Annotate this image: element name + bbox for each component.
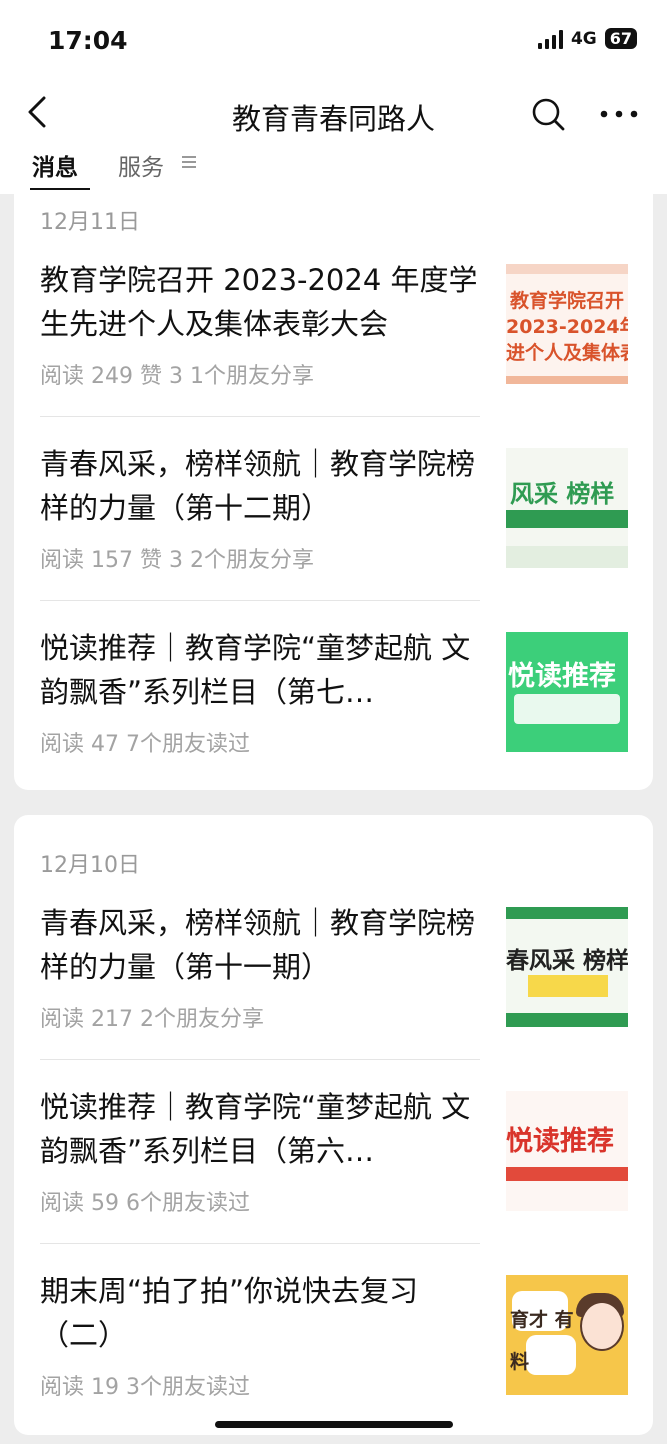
article-item[interactable]: 教育学院召开 2023-2024 年度学生先进个人及集体表彰大会 阅读 249 …: [14, 252, 653, 404]
article-thumbnail: 风采 榜样: [506, 448, 628, 568]
article-item[interactable]: 悦读推荐｜教育学院“童梦起航 文韵飘香”系列栏目（第七… 阅读 47 7个朋友读…: [14, 620, 653, 772]
thumbnail-decoration: [506, 907, 628, 919]
thumbnail-text: 悦读推荐: [506, 1126, 614, 1157]
thumbnail-decoration: [514, 694, 620, 724]
thumbnail-decoration: [506, 264, 628, 274]
thumbnail-decoration: [506, 510, 628, 528]
article-item[interactable]: 青春风采，榜样领航｜教育学院榜样的力量（第十一期） 阅读 217 2个朋友分享 …: [14, 895, 653, 1047]
message-group-card: 12月10日 青春风采，榜样领航｜教育学院榜样的力量（第十一期） 阅读 217 …: [14, 815, 653, 1435]
group-date: 12月10日: [40, 853, 140, 878]
tab-messages[interactable]: 消息: [32, 148, 78, 182]
article-thumbnail: 春风采 榜样: [506, 907, 628, 1027]
divider: [40, 416, 480, 417]
thumbnail-decoration: [506, 1013, 628, 1027]
article-title: 悦读推荐｜教育学院“童梦起航 文韵飘香”系列栏目（第七…: [40, 631, 471, 709]
article-title: 悦读推荐｜教育学院“童梦起航 文韵飘香”系列栏目（第六…: [40, 1090, 471, 1168]
article-item[interactable]: 期末周“拍了拍”你说快去复习（二） 阅读 19 3个朋友读过 育才 有料: [14, 1263, 653, 1415]
article-thumbnail: 育才 有料: [506, 1275, 628, 1395]
status-bar: 17:04 4G 67: [0, 0, 667, 80]
article-meta: 阅读 47 7个朋友读过: [40, 732, 250, 757]
article-item[interactable]: 青春风采，榜样领航｜教育学院榜样的力量（第十二期） 阅读 157 赞 3 2个朋…: [14, 436, 653, 588]
article-thumbnail: 悦读推荐: [506, 632, 628, 752]
home-indicator: [215, 1421, 453, 1428]
thumbnail-decoration: [528, 975, 608, 997]
article-meta: 阅读 19 3个朋友读过: [40, 1375, 250, 1400]
status-time: 17:04: [48, 26, 128, 55]
thumbnail-text: 进个人及集体表: [506, 342, 628, 364]
article-title: 期末周“拍了拍”你说快去复习（二）: [40, 1274, 419, 1352]
group-date: 12月11日: [40, 210, 140, 235]
more-button[interactable]: [594, 92, 644, 136]
article-meta: 阅读 157 赞 3 2个朋友分享: [40, 548, 314, 573]
article-item[interactable]: 悦读推荐｜教育学院“童梦起航 文韵飘香”系列栏目（第六… 阅读 59 6个朋友读…: [14, 1079, 653, 1231]
article-title: 教育学院召开 2023-2024 年度学生先进个人及集体表彰大会: [40, 263, 478, 341]
divider: [40, 1059, 480, 1060]
status-indicators: 4G 67: [537, 28, 637, 49]
article-title: 青春风采，榜样领航｜教育学院榜样的力量（第十一期）: [40, 906, 476, 984]
divider: [40, 1243, 480, 1244]
tab-bar: 消息 服务: [0, 148, 667, 194]
article-meta: 阅读 249 赞 3 1个朋友分享: [40, 364, 314, 389]
article-meta: 阅读 59 6个朋友读过: [40, 1191, 250, 1216]
search-icon: [532, 98, 565, 131]
thumbnail-text: 教育学院召开: [509, 290, 624, 312]
more-icon: [600, 110, 638, 118]
article-thumbnail: 悦读推荐: [506, 1091, 628, 1211]
article-meta: 阅读 217 2个朋友分享: [40, 1007, 264, 1032]
article-title: 青春风采，榜样领航｜教育学院榜样的力量（第十二期）: [40, 447, 476, 525]
thumbnail-text: 风采 榜样: [510, 480, 615, 508]
network-type: 4G: [570, 28, 597, 49]
thumbnail-text: 育才 有料: [510, 1309, 574, 1373]
tab-services[interactable]: 服务: [118, 148, 164, 182]
cartoon-girl-illustration: [580, 1301, 624, 1351]
nav-bar: 教育青春同路人: [0, 80, 667, 148]
search-button[interactable]: [526, 92, 570, 136]
thumbnail-text: 悦读推荐: [508, 661, 616, 692]
signal-icon: [537, 29, 563, 49]
thumbnail-decoration: [506, 376, 628, 384]
thumbnail-text: 春风采 榜样: [506, 948, 628, 974]
thumbnail-text: 2023-2024年度: [506, 316, 628, 338]
divider: [40, 600, 480, 601]
battery-icon: 67: [604, 28, 637, 49]
thumbnail-decoration: [506, 546, 628, 568]
message-group-card: 12月11日 教育学院召开 2023-2024 年度学生先进个人及集体表彰大会 …: [14, 190, 653, 790]
thumbnail-decoration: [506, 1167, 628, 1181]
menu-icon: [182, 156, 196, 168]
article-thumbnail: 教育学院召开 2023-2024年度 进个人及集体表: [506, 264, 628, 384]
